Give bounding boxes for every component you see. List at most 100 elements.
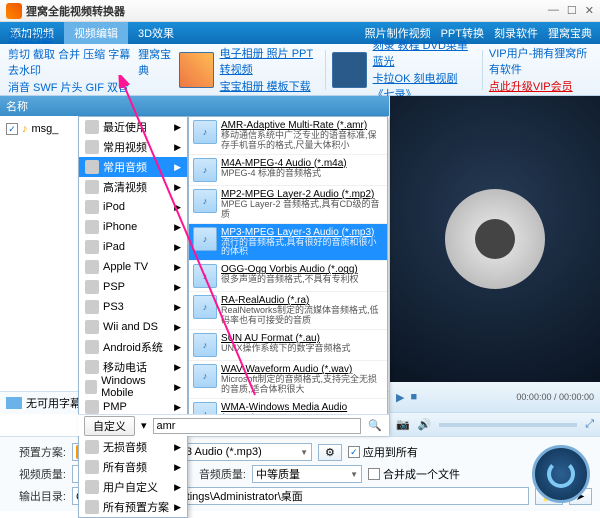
- chevron-right-icon: ▶: [174, 442, 181, 453]
- category-item[interactable]: PS3▶: [79, 297, 187, 317]
- chevron-right-icon: ▶: [174, 142, 181, 153]
- chevron-right-icon: ▶: [174, 282, 181, 293]
- maximize-button[interactable]: ☐: [567, 4, 577, 17]
- zoom-button[interactable]: ⤢: [585, 418, 594, 431]
- category-icon: [85, 140, 99, 154]
- promo-thumb-1[interactable]: [179, 52, 214, 88]
- format-type-icon: ♪: [193, 158, 217, 182]
- link-burn[interactable]: 刻录软件: [494, 25, 538, 41]
- format-item[interactable]: ♪SUN AU Format (*.au)UNIX操作系统下的数字音频格式: [189, 330, 387, 361]
- format-search-input[interactable]: [153, 418, 361, 434]
- chevron-right-icon: ▶: [174, 182, 181, 193]
- promo-links-1b[interactable]: 宝宝相册 模板下载: [220, 78, 319, 94]
- output-label: 输出目录:: [8, 488, 66, 504]
- category-item[interactable]: 用户自定义▶: [79, 477, 187, 497]
- custom-button[interactable]: 自定义: [84, 416, 135, 436]
- format-item[interactable]: ♪WAV-Waveform Audio (*.wav)Microsoft制定的音…: [189, 361, 387, 399]
- category-item[interactable]: 所有音频▶: [79, 457, 187, 477]
- volume-icon[interactable]: 🔊: [418, 418, 432, 431]
- file-checkbox[interactable]: ✓: [6, 123, 18, 135]
- category-icon: [85, 220, 99, 234]
- convert-button[interactable]: [532, 445, 590, 503]
- vip-text: VIP用户-拥有狸窝所有软件: [489, 45, 592, 77]
- tab-3d[interactable]: 3D效果: [128, 22, 184, 44]
- audio-quality-combo[interactable]: 中等质量▼: [252, 465, 362, 483]
- chevron-right-icon: ▶: [174, 382, 181, 393]
- preset-settings-button[interactable]: ⚙: [318, 444, 342, 461]
- format-item[interactable]: ♪OGG-Ogg Vorbis Audio (*.ogg)很多声道的音频格式,不…: [189, 261, 387, 292]
- faq-link[interactable]: 常见问题: [8, 29, 132, 45]
- col-name: 名称: [6, 98, 28, 114]
- toolbar-links-1[interactable]: 剪切 截取 合并 压缩 字幕 去水印: [8, 46, 132, 78]
- search-icon[interactable]: 🔍: [367, 418, 383, 434]
- category-item[interactable]: iPod▶: [79, 197, 187, 217]
- category-item[interactable]: Wii and DS▶: [79, 317, 187, 337]
- dropdown-icon[interactable]: ▾: [141, 419, 147, 432]
- category-icon: [85, 460, 99, 474]
- format-item[interactable]: ♪MP3-MPEG Layer-3 Audio (*.mp3)流行的音频格式,具…: [189, 224, 387, 262]
- category-item[interactable]: 移动电话▶: [79, 357, 187, 377]
- chevron-right-icon: ▶: [174, 322, 181, 333]
- app-title: 狸窝全能视频转换器: [26, 3, 125, 19]
- apply-all-checkbox[interactable]: ✓应用到所有: [348, 444, 418, 460]
- format-type-icon: ♪: [193, 264, 217, 288]
- chevron-right-icon: ▶: [174, 302, 181, 313]
- format-type-icon: ♪: [193, 227, 217, 251]
- promo-links-2a[interactable]: 刻录 教程 DVD菜单 蓝光: [373, 37, 477, 69]
- chevron-down-icon: ▼: [300, 448, 308, 457]
- category-item[interactable]: 最近使用▶: [79, 117, 187, 137]
- category-item[interactable]: 常用音频▶: [79, 157, 187, 177]
- category-item[interactable]: iPhone▶: [79, 217, 187, 237]
- promo-thumb-2[interactable]: [332, 52, 367, 88]
- category-item[interactable]: 常用视频▶: [79, 137, 187, 157]
- chevron-right-icon: ▶: [174, 362, 181, 373]
- aq-label: 音频质量:: [188, 466, 246, 482]
- file-name: msg_: [32, 123, 59, 135]
- category-item[interactable]: 高清视频▶: [79, 177, 187, 197]
- chevron-right-icon: ▶: [174, 262, 181, 273]
- format-type-icon: ♪: [193, 189, 217, 213]
- snapshot-button[interactable]: 📷: [396, 418, 410, 431]
- format-item[interactable]: ♪MP2-MPEG Layer-2 Audio (*.mp2)MPEG Laye…: [189, 186, 387, 224]
- format-type-icon: ♪: [193, 295, 217, 319]
- format-menu: ♪AMR-Adaptive Multi-Rate (*.amr)移动通信系统中广…: [188, 116, 388, 434]
- category-icon: [85, 180, 99, 194]
- link-baodian[interactable]: 狸窝宝典: [548, 25, 592, 41]
- play-button[interactable]: ▶: [396, 391, 404, 404]
- chevron-right-icon: ▶: [174, 162, 181, 173]
- promo-links-1a[interactable]: 电子相册 照片 PPT转视频: [220, 45, 319, 77]
- subtitle-label: 无可用字幕: [26, 395, 81, 411]
- category-icon: [85, 360, 99, 374]
- format-type-icon: ♪: [193, 364, 217, 388]
- close-button[interactable]: ✕: [585, 4, 594, 17]
- category-icon: [85, 160, 99, 174]
- category-item[interactable]: 无损音频▶: [79, 437, 187, 457]
- category-menu: 最近使用▶常用视频▶常用音频▶高清视频▶iPod▶iPhone▶iPad▶App…: [78, 116, 188, 518]
- format-type-icon: ♪: [193, 333, 217, 357]
- merge-checkbox[interactable]: 合并成一个文件: [368, 466, 460, 482]
- chevron-right-icon: ▶: [174, 342, 181, 353]
- preset-label: 预置方案:: [8, 444, 66, 460]
- format-item[interactable]: ♪AMR-Adaptive Multi-Rate (*.amr)移动通信系统中广…: [189, 117, 387, 155]
- stop-button[interactable]: ■: [410, 391, 417, 403]
- category-item[interactable]: PSP▶: [79, 277, 187, 297]
- baodian-label[interactable]: 狸窝宝典: [138, 46, 173, 78]
- chevron-right-icon: ▶: [174, 122, 181, 133]
- category-item[interactable]: Android系统▶: [79, 337, 187, 357]
- format-item[interactable]: ♪RA-RealAudio (*.ra)RealNetworks制定的流媒体音频…: [189, 292, 387, 330]
- chevron-right-icon: ▶: [174, 202, 181, 213]
- category-icon: [85, 500, 99, 514]
- category-icon: [85, 440, 99, 454]
- category-item[interactable]: Windows Mobile▶: [79, 377, 187, 397]
- category-item[interactable]: iPad▶: [79, 237, 187, 257]
- minimize-button[interactable]: —: [548, 4, 559, 17]
- reel-icon: [445, 189, 545, 289]
- format-item[interactable]: ♪M4A-MPEG-4 Audio (*.m4a)MPEG-4 标准的音频格式: [189, 155, 387, 186]
- category-item[interactable]: Apple TV▶: [79, 257, 187, 277]
- category-icon: [85, 200, 99, 214]
- category-item[interactable]: 所有预置方案▶: [79, 497, 187, 517]
- category-icon: [85, 120, 99, 134]
- vip-upgrade-link[interactable]: 点此升级VIP会员: [489, 78, 592, 94]
- volume-slider[interactable]: [439, 423, 577, 427]
- chevron-right-icon: ▶: [174, 402, 181, 413]
